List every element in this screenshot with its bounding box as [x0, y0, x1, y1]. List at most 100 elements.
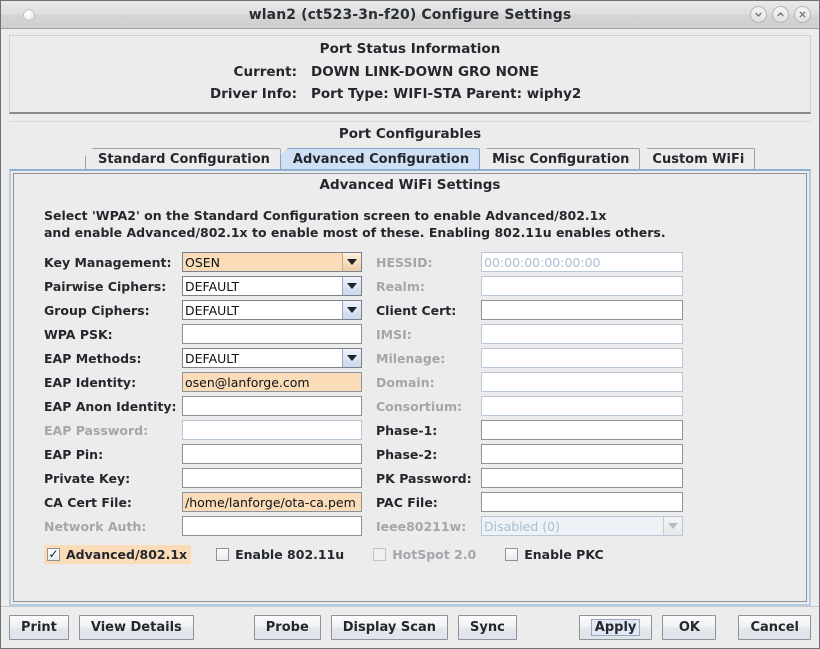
input-private-key[interactable]	[182, 468, 362, 488]
form-cell-hessid: HESSID: 00:00:00:00:00:00	[376, 252, 684, 272]
combo-pairwise-ciphers[interactable]: DEFAULT	[182, 276, 362, 296]
form-cell-phase-2: Phase-2:	[376, 444, 684, 464]
combo-value-ieee80211w: Disabled (0)	[484, 518, 560, 534]
input-client-cert[interactable]	[481, 300, 683, 320]
status-current-value: DOWN LINK-DOWN GRO NONE	[311, 64, 539, 80]
checkbox-label: HotSpot 2.0	[392, 546, 477, 562]
window-menu-icon[interactable]	[23, 8, 35, 21]
checkbox-enable-pkc[interactable]: Enable PKC	[502, 545, 607, 564]
form-cell-eap-anon-identity: EAP Anon Identity:	[44, 396, 376, 416]
label-eap-password: EAP Password:	[44, 422, 149, 438]
apply-button[interactable]: Apply	[578, 615, 653, 640]
input-eap-identity[interactable]: osen@lanforge.com	[182, 372, 362, 392]
display-scan-button[interactable]: Display Scan	[330, 615, 448, 640]
advanced-wifi-settings-heading: Advanced WiFi Settings	[319, 177, 501, 193]
label-milenage: Milenage:	[376, 350, 446, 366]
form-row: CA Cert File: /home/lanforge/ota-ca.pem PA…	[44, 490, 806, 514]
tab-custom-wifi[interactable]: Custom WiFi	[639, 148, 756, 169]
input-phase-2[interactable]	[481, 444, 683, 464]
cancel-button[interactable]: Cancel	[738, 615, 811, 640]
input-pac-file[interactable]	[481, 492, 683, 512]
input-eap-password	[182, 420, 362, 440]
advanced-configuration-panel-inner: Advanced WiFi Settings Select 'WPA2' on …	[13, 173, 807, 602]
label-pk-password: PK Password:	[376, 470, 472, 486]
form-row: Pairwise Ciphers: DEFAULT Realm:	[44, 274, 806, 298]
instructions-line-1: Select 'WPA2' on the Standard Configurat…	[44, 208, 607, 223]
label-wpa-psk: WPA PSK:	[44, 326, 113, 342]
checkbox-enable-802-11u[interactable]: Enable 802.11u	[213, 545, 348, 564]
combo-ieee80211w: Disabled (0)	[481, 516, 683, 536]
instructions-line-2: and enable Advanced/802.1x to enable mos…	[44, 225, 666, 240]
chevron-down-icon[interactable]	[342, 277, 361, 295]
input-eap-pin[interactable]	[182, 444, 362, 464]
tab-misc-configuration[interactable]: Misc Configuration	[479, 148, 641, 169]
input-eap-anon-identity[interactable]	[182, 396, 362, 416]
port-configurables-area: Port Configurables Standard Configuratio…	[9, 121, 811, 606]
form-cell-private-key: Private Key:	[44, 468, 376, 488]
form-cell-pairwise-ciphers: Pairwise Ciphers: DEFAULT	[44, 276, 376, 296]
form-cell-wpa-psk: WPA PSK:	[44, 324, 376, 344]
chevron-down-icon[interactable]	[342, 301, 361, 319]
view-details-button[interactable]: View Details	[78, 615, 194, 640]
form-cell-key-management: Key Management: OSEN	[44, 252, 376, 272]
label-ieee80211w: Ieee80211w:	[376, 518, 467, 534]
label-group-ciphers: Group Ciphers:	[44, 302, 150, 318]
maximize-icon[interactable]	[772, 6, 789, 23]
form-row: WPA PSK: IMSI:	[44, 322, 806, 346]
form-row: EAP Methods: DEFAULT Milenage:	[44, 346, 806, 370]
title-bar[interactable]: wlan2 (ct523-3n-f20) Configure Settings	[1, 1, 819, 29]
input-network-auth[interactable]	[182, 516, 362, 536]
input-wpa-psk[interactable]	[182, 324, 362, 344]
combo-eap-methods[interactable]: DEFAULT	[182, 348, 362, 368]
button-bar: Print View Details Probe Display Scan Sy…	[1, 606, 819, 648]
window-title: wlan2 (ct523-3n-f20) Configure Settings	[248, 6, 572, 23]
checkbox-box-icon	[373, 547, 387, 561]
label-key-management: Key Management:	[44, 254, 172, 270]
checkbox-hotspot-2-0: HotSpot 2.0	[370, 545, 480, 564]
label-network-auth: Network Auth:	[44, 518, 147, 534]
label-private-key: Private Key:	[44, 470, 131, 486]
input-phase-1[interactable]	[481, 420, 683, 440]
checkbox-advanced-802-1x[interactable]: ✓ Advanced/802.1x	[44, 544, 192, 564]
input-consortium	[481, 396, 683, 416]
print-button[interactable]: Print	[9, 615, 69, 640]
chevron-down-icon[interactable]	[342, 349, 361, 367]
status-driver-label: Driver Info:	[210, 86, 297, 102]
tab-advanced-configuration[interactable]: Advanced Configuration	[279, 148, 481, 169]
combo-key-management[interactable]: OSEN	[182, 252, 362, 272]
label-hessid: HESSID:	[376, 254, 433, 270]
port-status-heading: Port Status Information	[319, 41, 501, 57]
check-icon: ✓	[47, 547, 60, 561]
status-current-label: Current:	[233, 64, 297, 80]
input-ca-cert-file[interactable]: /home/lanforge/ota-ca.pem	[182, 492, 362, 512]
advanced-wifi-settings-body: Select 'WPA2' on the Standard Configurat…	[14, 195, 806, 598]
chevron-down-icon	[663, 517, 682, 535]
form-cell-pk-password: PK Password:	[376, 468, 684, 488]
form-cell-pac-file: PAC File:	[376, 492, 684, 512]
chevron-down-icon[interactable]	[342, 253, 361, 271]
combo-value-key-management: OSEN	[185, 254, 221, 270]
form-row: Group Ciphers: DEFAULT Client Cert:	[44, 298, 806, 322]
status-driver-row: Driver Info: Port Type: WIFI-STA Parent:…	[10, 83, 810, 105]
input-realm	[481, 276, 683, 296]
close-icon[interactable]	[794, 6, 811, 23]
label-imsi: IMSI:	[376, 326, 412, 342]
tab-standard-configuration[interactable]: Standard Configuration	[85, 148, 281, 169]
form-cell-phase-1: Phase-1:	[376, 420, 684, 440]
form-row: EAP Pin: Phase-2:	[44, 442, 806, 466]
label-eap-methods: EAP Methods:	[44, 350, 142, 366]
form-row: Private Key: PK Password:	[44, 466, 806, 490]
input-pk-password[interactable]	[481, 468, 683, 488]
ok-button[interactable]: OK	[662, 615, 717, 640]
probe-button[interactable]: Probe	[253, 615, 321, 640]
checkbox-box-icon	[505, 547, 519, 561]
form-cell-eap-pin: EAP Pin:	[44, 444, 376, 464]
checkbox-row: ✓ Advanced/802.1x Enable 802.11u HotSpot 2.…	[14, 543, 806, 565]
form-cell-ieee80211w: Ieee80211w: Disabled (0)	[376, 516, 684, 536]
combo-group-ciphers[interactable]: DEFAULT	[182, 300, 362, 320]
label-phase-1: Phase-1:	[376, 422, 438, 438]
sync-button[interactable]: Sync	[457, 615, 517, 640]
port-status-panel: Port Status Information Current: DOWN LI…	[9, 35, 811, 114]
form-row: EAP Identity: osen@lanforge.com Domain:	[44, 370, 806, 394]
minimize-icon[interactable]	[750, 6, 767, 23]
